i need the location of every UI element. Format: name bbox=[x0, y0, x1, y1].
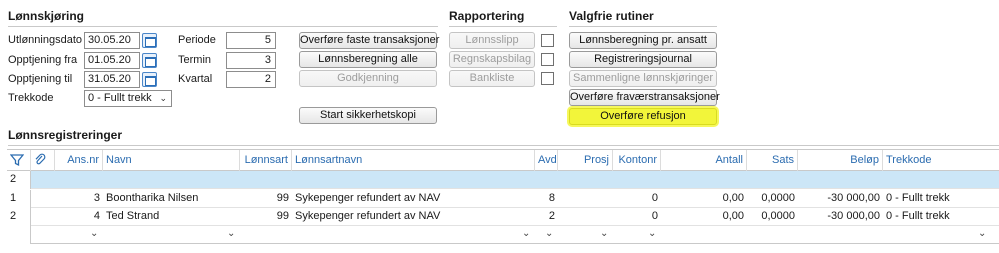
column-header-belop[interactable]: Beløp bbox=[798, 150, 883, 171]
cell-avd[interactable]: 8 bbox=[535, 190, 558, 208]
grid-header: Ans.nr Navn Lønnsart Lønnsartnavn Avd Pr… bbox=[7, 150, 999, 171]
row-number bbox=[7, 226, 31, 244]
cell-belop[interactable]: -30 000,00 bbox=[798, 190, 883, 208]
filter-row[interactable]: 2 bbox=[7, 171, 999, 189]
lonnsberegning-pr-ansatt-button[interactable]: Lønnsberegning pr. ansatt bbox=[569, 32, 717, 49]
divider bbox=[449, 26, 557, 27]
cell-belop[interactable]: -30 000,00 bbox=[798, 208, 883, 226]
table-row[interactable]: 2 4 Ted Strand 99 Sykepenger refundert a… bbox=[7, 208, 999, 226]
cell-antall[interactable]: 0,00 bbox=[661, 208, 747, 226]
column-header-trekkode[interactable]: Trekkode bbox=[883, 150, 991, 171]
chevron-down-icon[interactable]: ⌄ bbox=[978, 228, 986, 239]
cell-ans-nr[interactable]: 3 bbox=[55, 190, 103, 208]
section-title-valgfrie-rutiner: Valgfrie rutiner bbox=[569, 9, 654, 23]
termin-input[interactable]: 3 bbox=[226, 52, 276, 69]
divider bbox=[569, 26, 717, 27]
trekkode-select[interactable]: 0 - Fullt trekk ⌄ bbox=[84, 90, 172, 107]
bankliste-button[interactable]: Bankliste bbox=[449, 70, 535, 87]
column-header-navn[interactable]: Navn bbox=[103, 150, 240, 171]
kvartal-label: Kvartal bbox=[178, 73, 213, 85]
overfore-faste-transaksjoner-button[interactable]: Overføre faste transaksjoner bbox=[299, 32, 439, 49]
calendar-icon[interactable] bbox=[142, 53, 157, 68]
chevron-down-icon[interactable]: ⌄ bbox=[522, 228, 530, 239]
kvartal-input[interactable]: 2 bbox=[226, 71, 276, 88]
opptjening-til-label: Opptjening til bbox=[8, 73, 73, 85]
table-row[interactable]: 1 3 Boontharika Nilsen 99 Sykepenger ref… bbox=[7, 190, 999, 208]
cell-trekkode[interactable]: 0 - Fullt trekk bbox=[883, 208, 991, 226]
sammenligne-lonnskjoringer-button[interactable]: Sammenligne lønnskjøringer bbox=[569, 70, 717, 87]
column-header-prosj[interactable]: Prosj bbox=[558, 150, 613, 171]
regnskapsbilag-checkbox[interactable] bbox=[541, 53, 554, 66]
calendar-icon[interactable] bbox=[142, 33, 157, 48]
lonnsregistreringer-grid: Ans.nr Navn Lønnsart Lønnsartnavn Avd Pr… bbox=[7, 149, 999, 253]
trekkode-label: Trekkode bbox=[8, 92, 54, 104]
row-number: 1 bbox=[7, 190, 31, 208]
row-number: 2 bbox=[7, 208, 31, 226]
section-title-lonnskjoring: Lønnskjøring bbox=[8, 9, 84, 23]
termin-label: Termin bbox=[178, 54, 212, 66]
opptjening-fra-input[interactable]: 01.05.20 bbox=[84, 52, 140, 69]
column-header-kontonr[interactable]: Kontonr bbox=[613, 150, 661, 171]
chevron-down-icon[interactable]: ⌄ bbox=[600, 228, 608, 239]
lonnsslipp-checkbox[interactable] bbox=[541, 34, 554, 47]
cell-antall[interactable]: 0,00 bbox=[661, 190, 747, 208]
overfore-refusjon-button[interactable]: Overføre refusjon bbox=[569, 108, 717, 125]
opptjening-til-input[interactable]: 31.05.20 bbox=[84, 71, 140, 88]
chevron-down-icon[interactable]: ⌄ bbox=[227, 228, 235, 239]
section-title-lonnsregistreringer: Lønnsregistreringer bbox=[8, 128, 123, 142]
divider bbox=[8, 145, 999, 146]
chevron-down-icon: ⌄ bbox=[159, 93, 167, 103]
cell-trekkode[interactable]: 0 - Fullt trekk bbox=[883, 190, 991, 208]
section-title-rapportering: Rapportering bbox=[449, 9, 525, 23]
opptjening-fra-label: Opptjening fra bbox=[8, 54, 78, 66]
chevron-down-icon[interactable]: ⌄ bbox=[648, 228, 656, 239]
registreringsjournal-button[interactable]: Registreringsjournal bbox=[569, 51, 717, 68]
chevron-down-icon[interactable]: ⌄ bbox=[545, 228, 553, 239]
row-number: 2 bbox=[7, 171, 31, 189]
start-sikkerhetskopi-button[interactable]: Start sikkerhetskopi bbox=[299, 107, 437, 124]
bankliste-checkbox[interactable] bbox=[541, 72, 554, 85]
cell-sats[interactable]: 0,0000 bbox=[747, 190, 798, 208]
column-header-lonnsart[interactable]: Lønnsart bbox=[240, 150, 292, 171]
filter-icon[interactable] bbox=[7, 150, 31, 171]
divider bbox=[8, 26, 438, 27]
column-header-lonnsartnavn[interactable]: Lønnsartnavn bbox=[292, 150, 535, 171]
cell-prosj[interactable] bbox=[558, 190, 613, 208]
periode-label: Periode bbox=[178, 34, 216, 46]
cell-prosj[interactable] bbox=[558, 208, 613, 226]
cell-sats[interactable]: 0,0000 bbox=[747, 208, 798, 226]
cell-kontonr[interactable]: 0 bbox=[613, 208, 661, 226]
lonnsslipp-button[interactable]: Lønnsslipp bbox=[449, 32, 535, 49]
utlonningsdato-input[interactable]: 30.05.20 bbox=[84, 32, 140, 49]
overfore-fravaerstransaksjoner-button[interactable]: Overføre fraværstransaksjoner bbox=[569, 89, 720, 106]
attachment-icon[interactable] bbox=[31, 150, 55, 171]
column-header-avd[interactable]: Avd bbox=[535, 150, 558, 171]
lonnsberegning-alle-button[interactable]: Lønnsberegning alle bbox=[299, 51, 437, 68]
column-header-ans-nr[interactable]: Ans.nr bbox=[55, 150, 103, 171]
cell-ans-nr[interactable]: 4 bbox=[55, 208, 103, 226]
periode-input[interactable]: 5 bbox=[226, 32, 276, 49]
cell-lonnsart[interactable]: 99 bbox=[240, 208, 292, 226]
cell-lonnsart[interactable]: 99 bbox=[240, 190, 292, 208]
cell-lonnsartnavn[interactable]: Sykepenger refundert av NAV bbox=[292, 190, 535, 208]
calendar-icon[interactable] bbox=[142, 72, 157, 87]
godkjenning-button[interactable]: Godkjenning bbox=[299, 70, 437, 87]
cell-navn[interactable]: Ted Strand bbox=[103, 208, 240, 226]
new-row[interactable]: ⌄ ⌄ ⌄ ⌄ ⌄ ⌄ ⌄ bbox=[7, 226, 999, 244]
cell-navn[interactable]: Boontharika Nilsen bbox=[103, 190, 240, 208]
utlonningsdato-label: Utlønningsdato bbox=[8, 34, 82, 46]
column-header-antall[interactable]: Antall bbox=[661, 150, 747, 171]
cell-kontonr[interactable]: 0 bbox=[613, 190, 661, 208]
column-header-sats[interactable]: Sats bbox=[747, 150, 798, 171]
trekkode-select-value: 0 - Fullt trekk bbox=[88, 92, 152, 104]
cell-lonnsartnavn[interactable]: Sykepenger refundert av NAV bbox=[292, 208, 535, 226]
cell-avd[interactable]: 2 bbox=[535, 208, 558, 226]
regnskapsbilag-button[interactable]: Regnskapsbilag bbox=[449, 51, 535, 68]
chevron-down-icon[interactable]: ⌄ bbox=[90, 228, 98, 239]
